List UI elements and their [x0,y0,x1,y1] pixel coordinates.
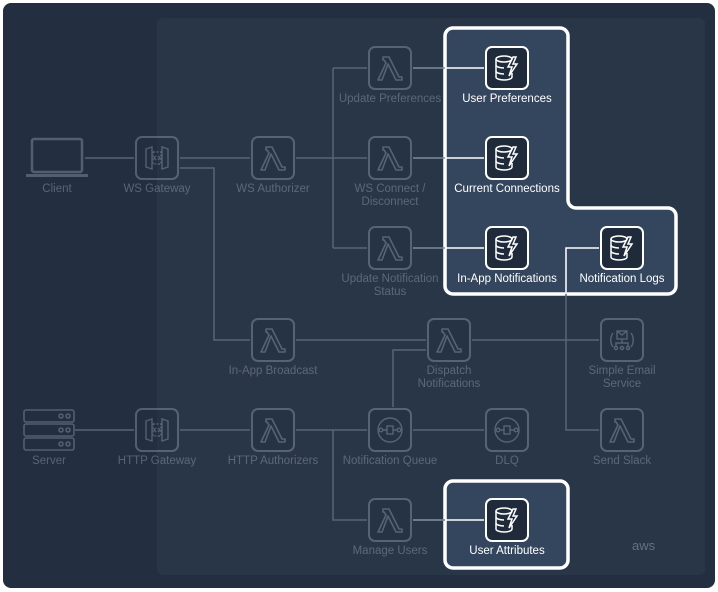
in-app-notifications-node[interactable]: In-App Notifications [447,226,567,286]
server-node[interactable]: Server [0,408,109,468]
ws-connect-node[interactable]: WS Connect / Disconnect [330,136,450,209]
dynamodb-icon [600,226,644,270]
user-preferences-label: User Preferences [462,93,552,105]
ws-authorizer-node[interactable]: WS Authorizer [213,136,333,196]
api-gateway-icon [135,136,179,180]
lambda-icon [251,318,295,362]
http-authorizers-label: HTTP Authorizers [227,455,319,467]
lambda-icon [600,408,644,452]
server-label: Server [32,455,66,467]
dynamodb-icon [485,136,529,180]
dynamodb-icon [485,498,529,542]
dlq-label: DLQ [495,455,519,467]
notification-logs-node[interactable]: Notification Logs [562,226,682,286]
dispatch-notifications-node[interactable]: Dispatch Notifications [389,318,509,391]
server-icon [0,408,109,452]
send-slack-node[interactable]: Send Slack [562,408,682,468]
dynamodb-icon [485,226,529,270]
ws-authorizer-label: WS Authorizer [236,183,310,195]
user-attributes-node[interactable]: User Attributes [447,498,567,558]
dynamodb-icon [485,46,529,90]
update-notification-status-label: Update Notification Status [341,273,439,298]
sqs-icon [485,408,529,452]
in-app-broadcast-node[interactable]: In-App Broadcast [213,318,333,378]
manage-users-node[interactable]: Manage Users [330,498,450,558]
current-connections-label: Current Connections [454,183,560,195]
notification-logs-label: Notification Logs [579,273,665,285]
send-slack-label: Send Slack [592,455,652,467]
http-gateway-node[interactable]: HTTP Gateway [97,408,217,468]
notification-queue-node[interactable]: Notification Queue [330,408,450,468]
ses-icon [600,318,644,362]
manage-users-label: Manage Users [352,545,428,557]
lambda-icon [251,408,295,452]
aws-logo-text: aws [632,538,656,553]
http-gateway-label: HTTP Gateway [117,455,197,467]
update-notification-status-node[interactable]: Update Notification Status [330,226,450,299]
current-connections-node[interactable]: Current Connections [447,136,567,196]
user-attributes-label: User Attributes [469,545,545,557]
lambda-icon [368,46,412,90]
lambda-icon [427,318,471,362]
update-preferences-node[interactable]: Update Preferences [330,46,450,106]
dlq-node[interactable]: DLQ [447,408,567,468]
notification-queue-label: Notification Queue [342,455,438,467]
api-gateway-icon [135,408,179,452]
lambda-icon [368,136,412,180]
simple-email-service-label: Simple Email Service [588,365,656,390]
in-app-broadcast-label: In-App Broadcast [228,365,318,377]
sqs-icon [368,408,412,452]
ws-gateway-label: WS Gateway [123,183,191,195]
dispatch-notifications-label: Dispatch Notifications [417,365,481,390]
aws-logo: aws [632,538,655,553]
lambda-icon [368,226,412,270]
user-preferences-node[interactable]: User Preferences [447,46,567,106]
update-preferences-label: Update Preferences [338,93,442,105]
ws-connect-label: WS Connect / Disconnect [354,183,426,208]
simple-email-service-node[interactable]: Simple Email Service [562,318,682,391]
lambda-icon [368,498,412,542]
in-app-notifications-label: In-App Notifications [457,273,557,285]
ws-gateway-node[interactable]: WS Gateway [97,136,217,196]
lambda-icon [251,136,295,180]
http-authorizers-node[interactable]: HTTP Authorizers [213,408,333,468]
